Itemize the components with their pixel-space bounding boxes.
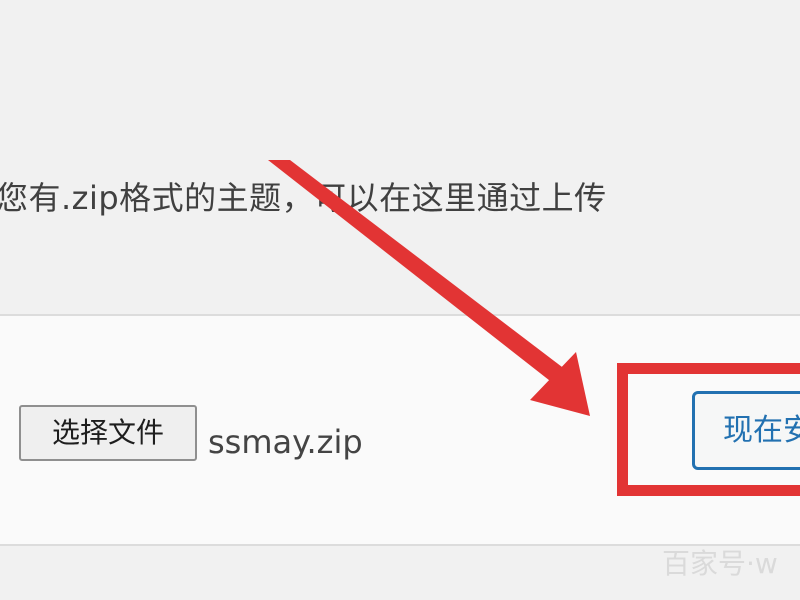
- highlight-box: [617, 363, 800, 496]
- watermark: 百家号·w: [662, 547, 778, 580]
- upload-instruction-text: 您有.zip格式的主题，可以在这里通过上传: [0, 179, 607, 217]
- selected-file-name: ssmay.zip: [208, 423, 363, 461]
- choose-file-button[interactable]: 选择文件: [19, 405, 197, 461]
